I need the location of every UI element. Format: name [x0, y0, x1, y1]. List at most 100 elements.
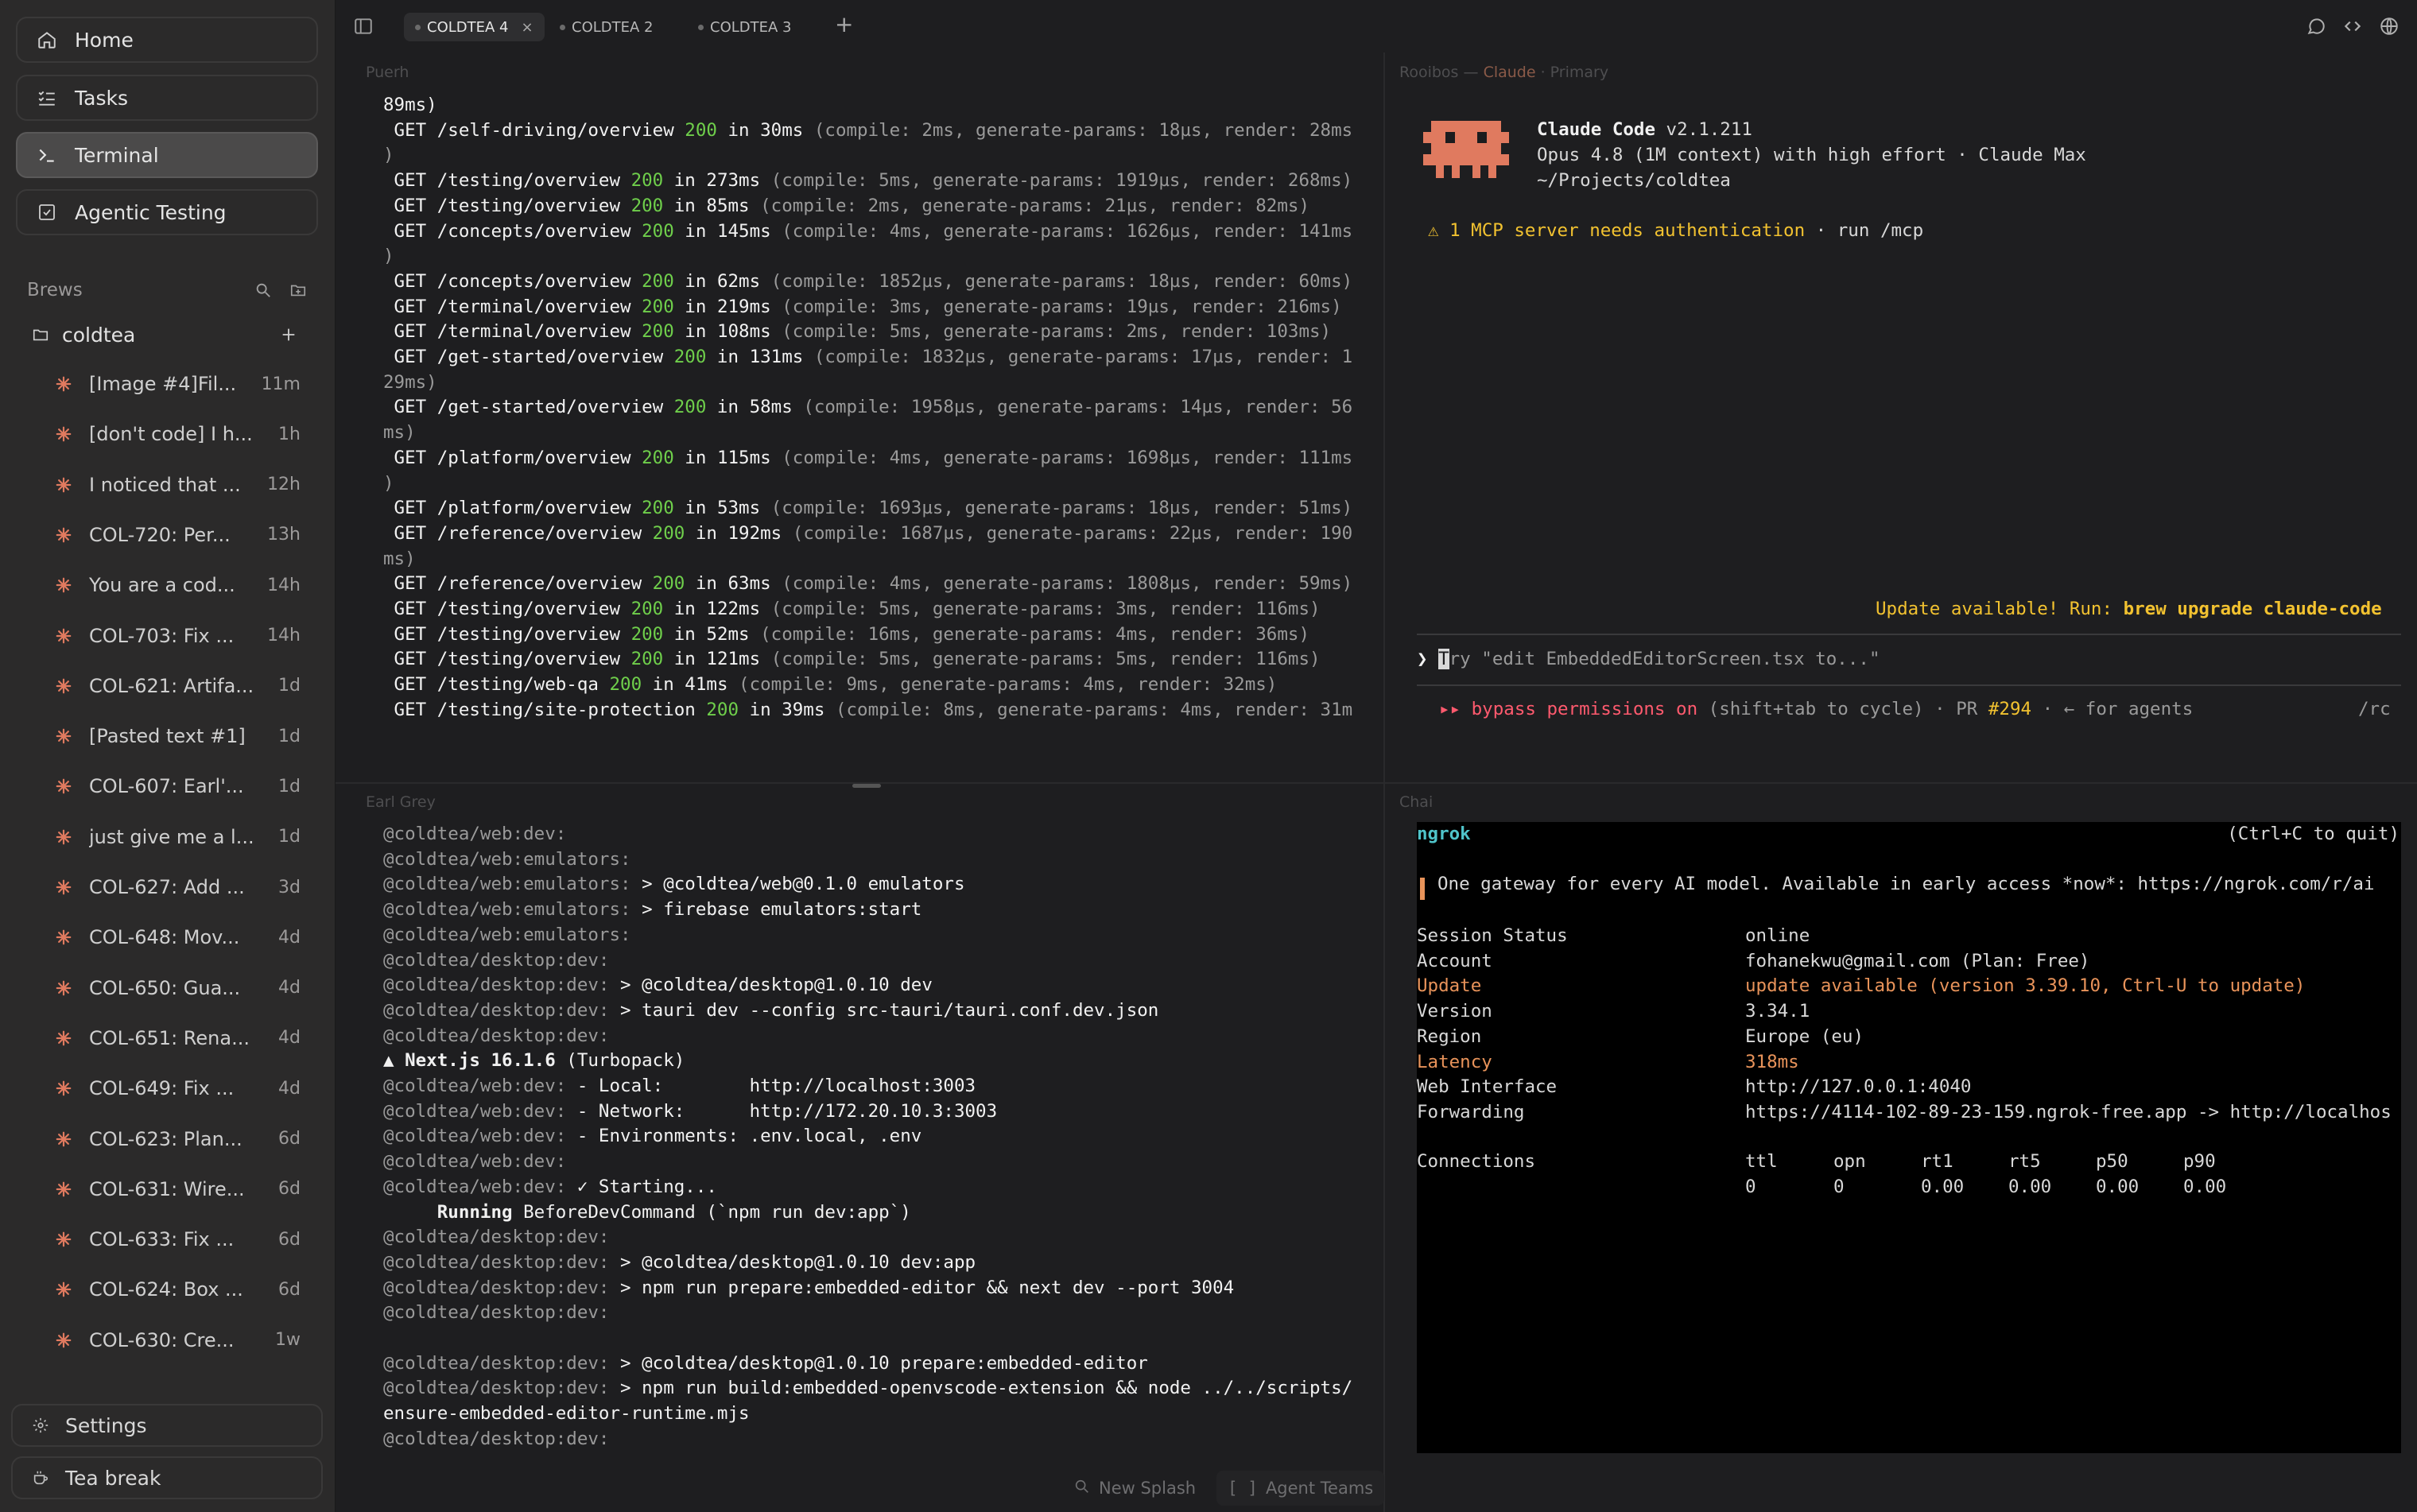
nav-terminal[interactable]: Terminal	[16, 132, 318, 178]
claude-header: Claude Code v2.1.211	[1537, 118, 1752, 143]
brew-item[interactable]: just give me a l... 1d	[54, 821, 301, 853]
log-path: /testing/overview	[436, 195, 631, 216]
log-line: )	[383, 244, 1352, 269]
claude-star-icon	[54, 928, 73, 947]
gear-icon	[29, 1413, 52, 1437]
add-brew-icon[interactable]	[275, 321, 302, 348]
brew-item[interactable]: You are a cod... 14h	[54, 569, 301, 601]
brew-item[interactable]: COL-630: Cre... 1w	[54, 1324, 301, 1356]
resize-handle[interactable]	[852, 784, 881, 788]
log-status-code: 200	[642, 220, 674, 242]
brew-item[interactable]: COL-649: Fix ... 4d	[54, 1072, 301, 1104]
brew-item[interactable]: COL-650: Gua... 4d	[54, 972, 301, 1004]
new-folder-icon[interactable]	[286, 278, 310, 302]
log-bold: ▲ Next.js 16.1.6	[383, 1050, 556, 1072]
pane-divider-horizontal[interactable]	[336, 782, 2417, 784]
brew-item-label: COL-651: Rena...	[89, 1026, 250, 1049]
brews-label: Brews	[27, 280, 83, 300]
folder-coldtea[interactable]: coldtea	[27, 321, 310, 348]
log-duration: in 39ms	[739, 699, 836, 720]
log-method: GET	[383, 699, 437, 720]
terminal-earl-grey[interactable]: @coldtea/web:dev: @coldtea/web:emulators:…	[383, 822, 1352, 1452]
new-splash-label: New Splash	[1099, 1479, 1197, 1498]
brew-item[interactable]: COL-627: Add ... 3d	[54, 871, 301, 903]
home-icon	[33, 26, 60, 53]
log-detail: (compile: 5ms, generate-params: 1919µs, …	[770, 170, 1353, 192]
log-method: GET	[383, 498, 437, 519]
status-hint: (shift+tab to cycle) · PR	[1697, 699, 1988, 719]
ngrok-row-value: 318ms	[1745, 1051, 1799, 1072]
log-duration: in 145ms	[673, 220, 782, 242]
brew-item[interactable]: COL-623: Plan... 6d	[54, 1123, 301, 1155]
brew-item[interactable]: COL-607: Earl'... 1d	[54, 770, 301, 802]
brew-item[interactable]: COL-703: Fix ... 14h	[54, 620, 301, 652]
claude-star-icon	[54, 1280, 73, 1299]
log-text: > @coldtea/web@0.1.0 emulators	[630, 874, 965, 895]
tea-break-button[interactable]: Tea break	[11, 1456, 323, 1499]
new-splash-button[interactable]: New Splash	[1062, 1471, 1207, 1506]
cup-icon	[29, 1466, 52, 1490]
terminal-chai-ngrok[interactable]: ngrok (Ctrl+C to quit) One gateway for e…	[1417, 822, 2401, 1453]
settings-button[interactable]: Settings	[11, 1404, 323, 1447]
brew-item[interactable]: COL-633: Fix ... 6d	[54, 1223, 301, 1255]
tab-coldtea-2[interactable]: COLDTEA 2	[549, 13, 664, 41]
agent-teams-button[interactable]: [ ] Agent Teams	[1216, 1471, 1385, 1506]
pane-title-claude: Claude	[1483, 64, 1536, 81]
log-tag: @coldtea/desktop:dev:	[383, 1251, 610, 1273]
pane-title-chai: Chai	[1399, 793, 1434, 811]
brew-item[interactable]: [don't code] I h... 1h	[54, 418, 301, 450]
log-text: > @coldtea/desktop@1.0.10 prepare:embedd…	[609, 1352, 1148, 1374]
log-line: @coldtea/web:emulators:	[383, 923, 1352, 948]
log-detail: (compile: 2ms, generate-params: 21µs, re…	[760, 195, 1309, 216]
close-tab-icon[interactable]: ×	[521, 19, 533, 36]
sidebar: Home Tasks Terminal Agentic Testing Brew…	[0, 0, 336, 1512]
brew-item[interactable]: COL-624: Box ... 6d	[54, 1274, 301, 1305]
brew-item[interactable]: COL-651: Rena... 4d	[54, 1022, 301, 1054]
tab-coldtea-4[interactable]: COLDTEA 4 ×	[404, 13, 545, 41]
ngrok-banner: One gateway for every AI model. Availabl…	[1437, 874, 2375, 894]
brew-item-time: 11m	[261, 374, 301, 394]
add-tab-button[interactable]: +	[835, 11, 853, 37]
nav-home[interactable]: Home	[16, 17, 318, 63]
brew-item[interactable]: COL-631: Wire... 6d	[54, 1173, 301, 1205]
brew-item[interactable]: COL-621: Artifa... 1d	[54, 670, 301, 702]
brew-item[interactable]: [Image #4]Fil... 11m	[54, 368, 301, 400]
ngrok-conn-header: rt5	[2008, 1151, 2041, 1172]
update-notice-text: Update available! Run:	[1876, 599, 2124, 619]
sidebar-toggle-icon[interactable]	[353, 16, 374, 40]
brew-item[interactable]: COL-648: Mov... 4d	[54, 921, 301, 953]
brew-item[interactable]: [Pasted text #1] 1d	[54, 720, 301, 752]
brew-item[interactable]: I noticed that ... 12h	[54, 469, 301, 501]
brew-item[interactable]: COL-720: Per... 13h	[54, 519, 301, 551]
ngrok-connections-label: Connections	[1417, 1151, 1536, 1172]
code-icon[interactable]	[2342, 16, 2363, 40]
nav-tasks[interactable]: Tasks	[16, 75, 318, 121]
log-path: /reference/overview	[436, 573, 653, 595]
log-line: @coldtea/desktop:dev: > @coldtea/desktop…	[383, 973, 1352, 998]
ngrok-row-value: update available (version 3.39.10, Ctrl-…	[1745, 975, 2306, 997]
log-line: GET /testing/overview 200 in 52ms (compi…	[383, 622, 1352, 648]
ngrok-row-key: Session Status	[1417, 925, 1568, 946]
globe-icon[interactable]	[2379, 16, 2400, 40]
pr-link[interactable]: #294	[1988, 699, 2031, 719]
log-line: @coldtea/desktop:dev: > npm run prepare:…	[383, 1276, 1352, 1301]
log-status-code: 200	[642, 498, 674, 519]
log-detail: 29ms)	[383, 371, 437, 393]
tab-coldtea-3[interactable]: COLDTEA 3	[687, 13, 802, 41]
nav-agentic-testing-label: Agentic Testing	[75, 200, 227, 224]
log-bold: Running	[383, 1201, 513, 1223]
claude-prompt-input[interactable]: ❯ Try "edit EmbeddedEditorScreen.tsx to.…	[1417, 647, 1880, 673]
ngrok-conn-header: p50	[2096, 1151, 2128, 1172]
search-icon[interactable]	[251, 278, 275, 302]
log-line: @coldtea/web:dev:	[383, 822, 1352, 847]
log-detail: (compile: 5ms, generate-params: 5ms, ren…	[770, 649, 1321, 670]
nav-agentic-testing[interactable]: Agentic Testing	[16, 189, 318, 235]
log-path: /platform/overview	[436, 447, 642, 468]
chat-icon[interactable]	[2306, 16, 2326, 40]
log-line: @coldtea/desktop:dev: > tauri dev --conf…	[383, 998, 1352, 1024]
log-status-code: 200	[630, 623, 664, 645]
log-method: GET	[383, 447, 437, 468]
ngrok-row-key: Forwarding	[1417, 1101, 1525, 1122]
terminal-puerh[interactable]: 89ms) GET /self-driving/overview 200 in …	[383, 93, 1352, 723]
pane-title-puerh: Puerh	[366, 64, 409, 81]
